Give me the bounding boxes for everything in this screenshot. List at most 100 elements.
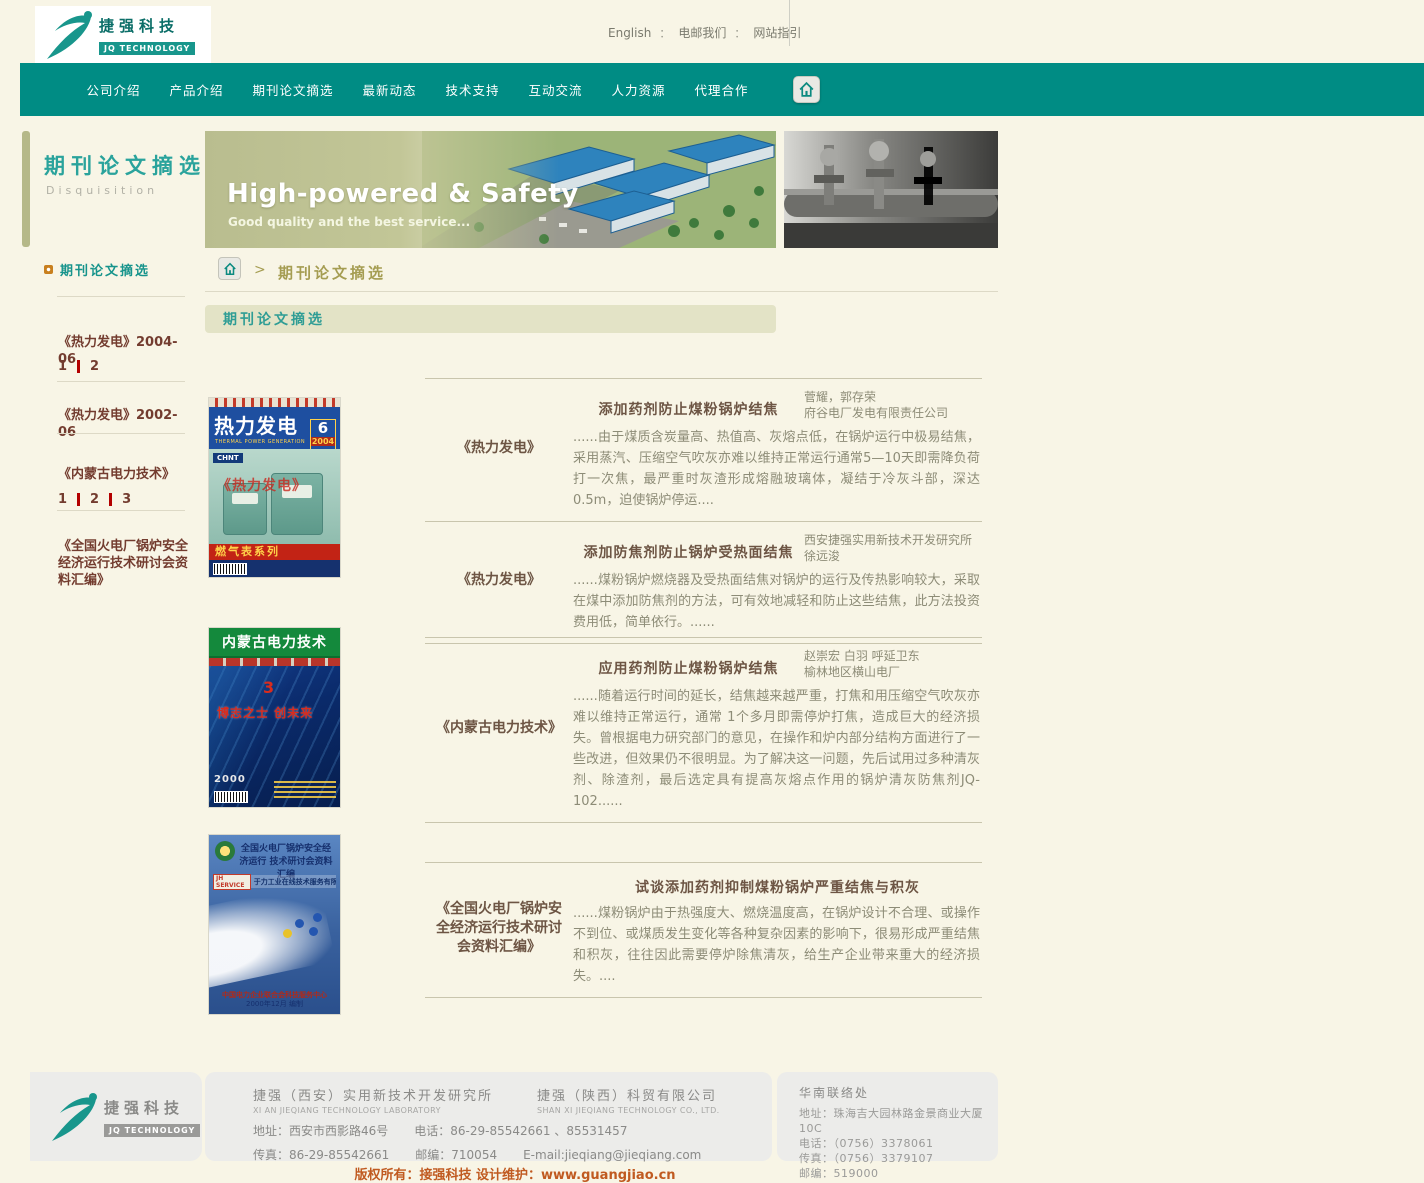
- page-link-2[interactable]: 2: [90, 492, 99, 507]
- article-group-proceedings: 《全国火电厂锅炉安全经济运行技术研讨会资料汇编》 试谈添加药剂抑制煤粉锅炉严重结…: [425, 862, 982, 998]
- south-office-address: 地址：珠海吉大园林路金景商业大厦10C: [799, 1106, 998, 1136]
- cover-bottom: [209, 560, 340, 577]
- link-email-us[interactable]: 电邮我们: [678, 24, 726, 41]
- link-english[interactable]: English: [608, 26, 651, 40]
- article-authors: 西安捷强实用新技术开发研究所 徐远浚: [804, 528, 982, 564]
- section-title: 期刊论文摘选: [223, 309, 325, 329]
- cover-footer-line2: 2000年12月 编制: [209, 999, 340, 1009]
- nav-item-products[interactable]: 产品介绍: [155, 80, 238, 99]
- nav-item-company-intro[interactable]: 公司介绍: [72, 80, 155, 99]
- sidebar-item-proceedings[interactable]: 《全国火电厂锅炉安全经济运行技术研讨会资料汇编》: [58, 538, 190, 589]
- link-separator: ：: [659, 25, 670, 41]
- journal-cover-proceedings: 全国火电厂锅炉安全经济运行 技术研讨会资料汇编 JH SERVICE 于力工业在…: [209, 835, 340, 1014]
- journal-name: 《全国火电厂锅炉安全经济运行技术研讨会资料汇编》: [425, 869, 573, 987]
- cover-slogan: 博志之士 创未来: [217, 704, 313, 721]
- link-site-guide[interactable]: 网站指引: [753, 24, 801, 41]
- nav-item-tech-support[interactable]: 技术支持: [431, 80, 514, 99]
- sidebar-item-thermal-2002[interactable]: 《热力发电》2002-06: [58, 407, 190, 441]
- breadcrumb-home-button[interactable]: [218, 257, 241, 280]
- footer-south-china-block: 华南联络处 地址：珠海吉大园林路金景商业大厦10C 电话：（0756）33780…: [777, 1072, 998, 1161]
- footer-company-lab: 捷强（西安）实用新技术开发研究所 XI AN JIEQIANG TECHNOLO…: [253, 1085, 493, 1115]
- article-row: 《内蒙古电力技术》 应用药剂防止煤粉锅炉结焦 赵崇宏 白羽 呼延卫东 榆林地区横…: [425, 638, 982, 822]
- page-separator: [77, 493, 80, 506]
- article-authors: 赵崇宏 白羽 呼延卫东 榆林地区横山电厂: [804, 644, 982, 680]
- journal-cover-thermal-power: 热力发电 THERMAL POWER GENERATION 6 2004 CHN…: [209, 398, 340, 577]
- footer-email: E-mail:jieqiang@jieqiang.com: [523, 1148, 701, 1162]
- sidebar-accent-bar: [22, 131, 30, 247]
- designer-link[interactable]: www.guangjiao.cn: [541, 1168, 676, 1183]
- page-link-1[interactable]: 1: [58, 359, 67, 374]
- logo-swoosh-icon: [46, 1091, 102, 1143]
- sidebar-pagination: 1 2: [58, 359, 99, 374]
- article-row: 《热力发电》 添加药剂防止煤粉锅炉结焦 菅耀，郭存荣 府谷电厂发电有限责任公司 …: [425, 379, 982, 521]
- nav-item-news[interactable]: 最新动态: [348, 80, 431, 99]
- page-separator: [77, 360, 80, 373]
- footer-fax-zip-email: 传真：86-29-85542661邮编：710054E-mail:jieqian…: [253, 1146, 772, 1163]
- emblem-icon: [215, 841, 235, 861]
- sidebar-divider: [57, 381, 185, 382]
- pipes-illustration: [784, 131, 998, 248]
- bullet-icon: [44, 265, 53, 274]
- page-link-2[interactable]: 2: [90, 359, 99, 374]
- footer-logo-block: 捷强科技 JQ TECHNOLOGY: [30, 1072, 202, 1161]
- footer-logo-zh: 捷强科技: [104, 1097, 200, 1118]
- nav-item-journal-abstracts[interactable]: 期刊论文摘选: [238, 80, 348, 99]
- main-nav: 公司介绍 产品介绍 期刊论文摘选 最新动态 技术支持 互动交流 人力资源 代理合…: [20, 63, 1424, 116]
- cover-overlay-text: 《热力发电》: [217, 475, 307, 495]
- south-office-title: 华南联络处: [799, 1084, 998, 1101]
- sidebar-divider: [57, 296, 185, 297]
- article-group-neimenggu: 《内蒙古电力技术》 应用药剂防止煤粉锅炉结焦 赵崇宏 白羽 呼延卫东 榆林地区横…: [425, 637, 982, 823]
- barcode: [214, 791, 248, 803]
- article-group-thermal-power: 《热力发电》 添加药剂防止煤粉锅炉结焦 菅耀，郭存荣 府谷电厂发电有限责任公司 …: [425, 378, 982, 644]
- service-tag: JH SERVICE: [213, 874, 251, 890]
- worker-helmet: [309, 927, 318, 936]
- nav-item-agency[interactable]: 代理合作: [680, 80, 763, 99]
- footer-contact-block: 捷强（西安）实用新技术开发研究所 XI AN JIEQIANG TECHNOLO…: [205, 1072, 772, 1161]
- site-logo[interactable]: 捷强科技 JQ TECHNOLOGY: [35, 6, 211, 64]
- cover-photo-circuit: 3 博志之士 创未来 2000: [209, 666, 340, 807]
- cover-masthead: 内蒙古电力技术: [209, 628, 340, 658]
- header-divider: [789, 0, 790, 46]
- copyright-text: 版权所有：接强科技 设计维护：: [354, 1168, 541, 1183]
- cover-brand: CHNT: [213, 453, 243, 463]
- footer-logo-en: JQ TECHNOLOGY: [104, 1124, 200, 1137]
- sidebar-divider: [57, 510, 185, 511]
- sidebar-pagination: 1 2 3: [58, 492, 131, 507]
- header-utility-links: English ： 电邮我们 ： 网站指引: [608, 24, 808, 41]
- page-separator: [109, 493, 112, 506]
- sidebar-divider: [57, 433, 185, 434]
- article-title: 添加药剂防止煤粉锅炉结焦: [573, 385, 804, 419]
- journal-name: 《热力发电》: [425, 385, 573, 511]
- link-separator: ：: [734, 25, 745, 41]
- banner-subheadline: Good quality and the best service...: [228, 215, 470, 229]
- sidebar-item-journal-abstracts[interactable]: 期刊论文摘选: [44, 260, 150, 279]
- barcode: [213, 563, 247, 575]
- journal-cover-neimenggu-power: 内蒙古电力技术 3 博志之士 创未来 2000: [209, 628, 340, 807]
- hero-banner: High-powered & Safety Good quality and t…: [205, 131, 776, 248]
- machinery-banner: [784, 131, 998, 248]
- cover-red-strip: [209, 658, 340, 666]
- home-button[interactable]: [793, 76, 820, 103]
- cover-year: 2000: [214, 774, 246, 785]
- service-company: 于力工业在线技术服务有限公司: [254, 877, 336, 887]
- nav-item-hr[interactable]: 人力资源: [597, 80, 680, 99]
- steam-jet-illustration: [209, 882, 336, 991]
- home-icon: [798, 81, 815, 98]
- section-title-bar: 期刊论文摘选: [205, 305, 776, 333]
- south-office-phone: 电话：（0756）3378061: [799, 1136, 998, 1151]
- article-abstract: ......随着运行时间的延长，结焦越来越严重，打焦和用压缩空气吹灰亦难以维持正…: [573, 686, 982, 812]
- cover-issue: 3: [263, 678, 274, 697]
- logo-text-en: JQ TECHNOLOGY: [99, 42, 195, 55]
- page-link-1[interactable]: 1: [58, 492, 67, 507]
- page-link-3[interactable]: 3: [122, 492, 131, 507]
- journal-name: 《内蒙古电力技术》: [425, 644, 573, 812]
- logo-text-zh: 捷强科技: [99, 15, 195, 36]
- sidebar-item-neimenggu[interactable]: 《内蒙古电力技术》: [58, 466, 190, 483]
- article-row: 《热力发电》 添加防焦剂防止锅炉受热面结焦 西安捷强实用新技术开发研究所 徐远浚…: [425, 521, 982, 643]
- banner-headline: High-powered & Safety: [227, 179, 579, 209]
- worker-helmet: [313, 913, 322, 922]
- footer-address-phone: 地址：西安市西影路46号电话：86-29-85542661 、85531457: [253, 1122, 772, 1139]
- article-title: 应用药剂防止煤粉锅炉结焦: [573, 644, 804, 678]
- nav-item-interaction[interactable]: 互动交流: [514, 80, 597, 99]
- article-row: 《全国火电厂锅炉安全经济运行技术研讨会资料汇编》 试谈添加药剂抑制煤粉锅炉严重结…: [425, 863, 982, 997]
